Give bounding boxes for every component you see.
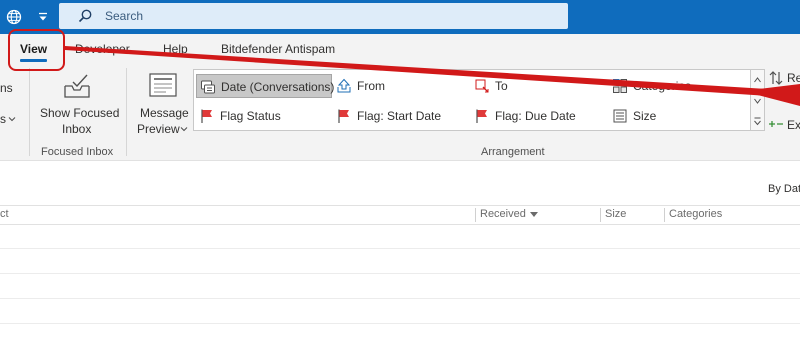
scroll-up-icon[interactable] <box>751 70 764 90</box>
arrange-date-conversations[interactable]: Date (Conversations) <box>196 74 335 98</box>
ribbon-cut-left-label-1[interactable]: ns <box>0 81 13 95</box>
size-icon <box>613 109 627 123</box>
arrange-label: Categories <box>633 79 692 93</box>
annotation-highlight-box <box>8 29 65 71</box>
tab-developer[interactable]: Developer <box>75 42 130 56</box>
arrange-to[interactable]: To <box>471 74 601 98</box>
arrange-label: Size <box>633 109 657 123</box>
ribbon-cut-left-label-2[interactable]: s <box>0 112 6 126</box>
gallery-more-icon[interactable] <box>751 111 764 131</box>
sort-descending-icon[interactable] <box>529 211 539 219</box>
column-subject[interactable]: ct <box>0 208 9 220</box>
gallery-scrollbar[interactable] <box>751 69 765 131</box>
arrange-label: Flag Status <box>220 109 281 123</box>
group-label-focused-inbox: Focused Inbox <box>41 146 114 158</box>
arrange-size[interactable]: Size <box>609 104 739 128</box>
ribbon-tabs: View Developer Help Bitdefender Antispam <box>0 34 800 64</box>
quick-access-dropdown-icon[interactable] <box>35 9 51 25</box>
search-placeholder: Search <box>105 9 144 23</box>
search-icon <box>78 9 92 23</box>
flag-icon <box>338 109 349 123</box>
group-label-arrangement: Arrangement <box>481 146 545 158</box>
scroll-down-icon[interactable] <box>751 91 764 111</box>
list-item[interactable] <box>0 299 800 324</box>
tab-help[interactable]: Help <box>163 42 188 56</box>
column-divider[interactable] <box>664 208 665 222</box>
arrange-flag-start-date[interactable]: Flag: Start Date <box>333 104 463 128</box>
to-icon <box>475 79 489 93</box>
column-received[interactable]: Received <box>480 208 526 220</box>
column-divider[interactable] <box>600 208 601 222</box>
message-preview-label-2[interactable]: Preview <box>137 122 180 136</box>
sort-by-label[interactable]: By Dat <box>768 183 800 195</box>
arrange-label: To <box>495 79 508 93</box>
reverse-sort-icon[interactable] <box>768 70 784 86</box>
flag-icon <box>201 109 212 123</box>
from-icon <box>337 78 351 93</box>
message-preview-label-1[interactable]: Message <box>140 106 189 120</box>
show-focused-inbox-label-2[interactable]: Inbox <box>62 122 91 136</box>
column-size[interactable]: Size <box>605 208 626 220</box>
arrangement-gallery: Date (Conversations) From To Categories … <box>193 69 751 131</box>
show-focused-inbox-label-1[interactable]: Show Focused <box>40 106 119 120</box>
focused-inbox-icon[interactable] <box>61 72 93 100</box>
expand-icon[interactable] <box>768 119 784 129</box>
categories-icon <box>613 79 627 93</box>
group-divider <box>29 68 30 156</box>
conversation-icon <box>201 80 215 94</box>
arrange-label: Date (Conversations) <box>221 80 335 94</box>
globe-icon[interactable] <box>6 9 22 25</box>
arrange-label: Flag: Due Date <box>495 109 576 123</box>
chevron-down-icon <box>180 127 188 132</box>
group-divider <box>126 68 127 156</box>
list-item[interactable] <box>0 224 800 249</box>
arrange-flag-due-date[interactable]: Flag: Due Date <box>471 104 601 128</box>
arrange-categories[interactable]: Categories <box>609 74 739 98</box>
column-categories[interactable]: Categories <box>669 208 722 220</box>
arrange-from[interactable]: From <box>333 74 463 98</box>
arrange-label: From <box>357 79 385 93</box>
list-item[interactable] <box>0 249 800 274</box>
flag-icon <box>476 109 487 123</box>
arrange-label: Flag: Start Date <box>357 109 442 123</box>
expand-label[interactable]: Ex <box>787 118 800 132</box>
chevron-down-icon <box>8 117 16 122</box>
message-preview-icon[interactable] <box>147 72 179 100</box>
column-divider[interactable] <box>475 208 476 222</box>
tab-bitdefender-antispam[interactable]: Bitdefender Antispam <box>221 42 335 56</box>
ribbon: ns s Show Focused Inbox Focused Inbox Me… <box>0 64 800 161</box>
column-header-row: ct Received Size Categories <box>0 205 800 225</box>
arrange-flag-status[interactable]: Flag Status <box>196 104 332 128</box>
reverse-sort-label[interactable]: Re <box>787 71 800 85</box>
search-input[interactable]: Search <box>59 3 568 29</box>
list-item[interactable] <box>0 274 800 299</box>
title-bar: Search <box>0 0 800 34</box>
